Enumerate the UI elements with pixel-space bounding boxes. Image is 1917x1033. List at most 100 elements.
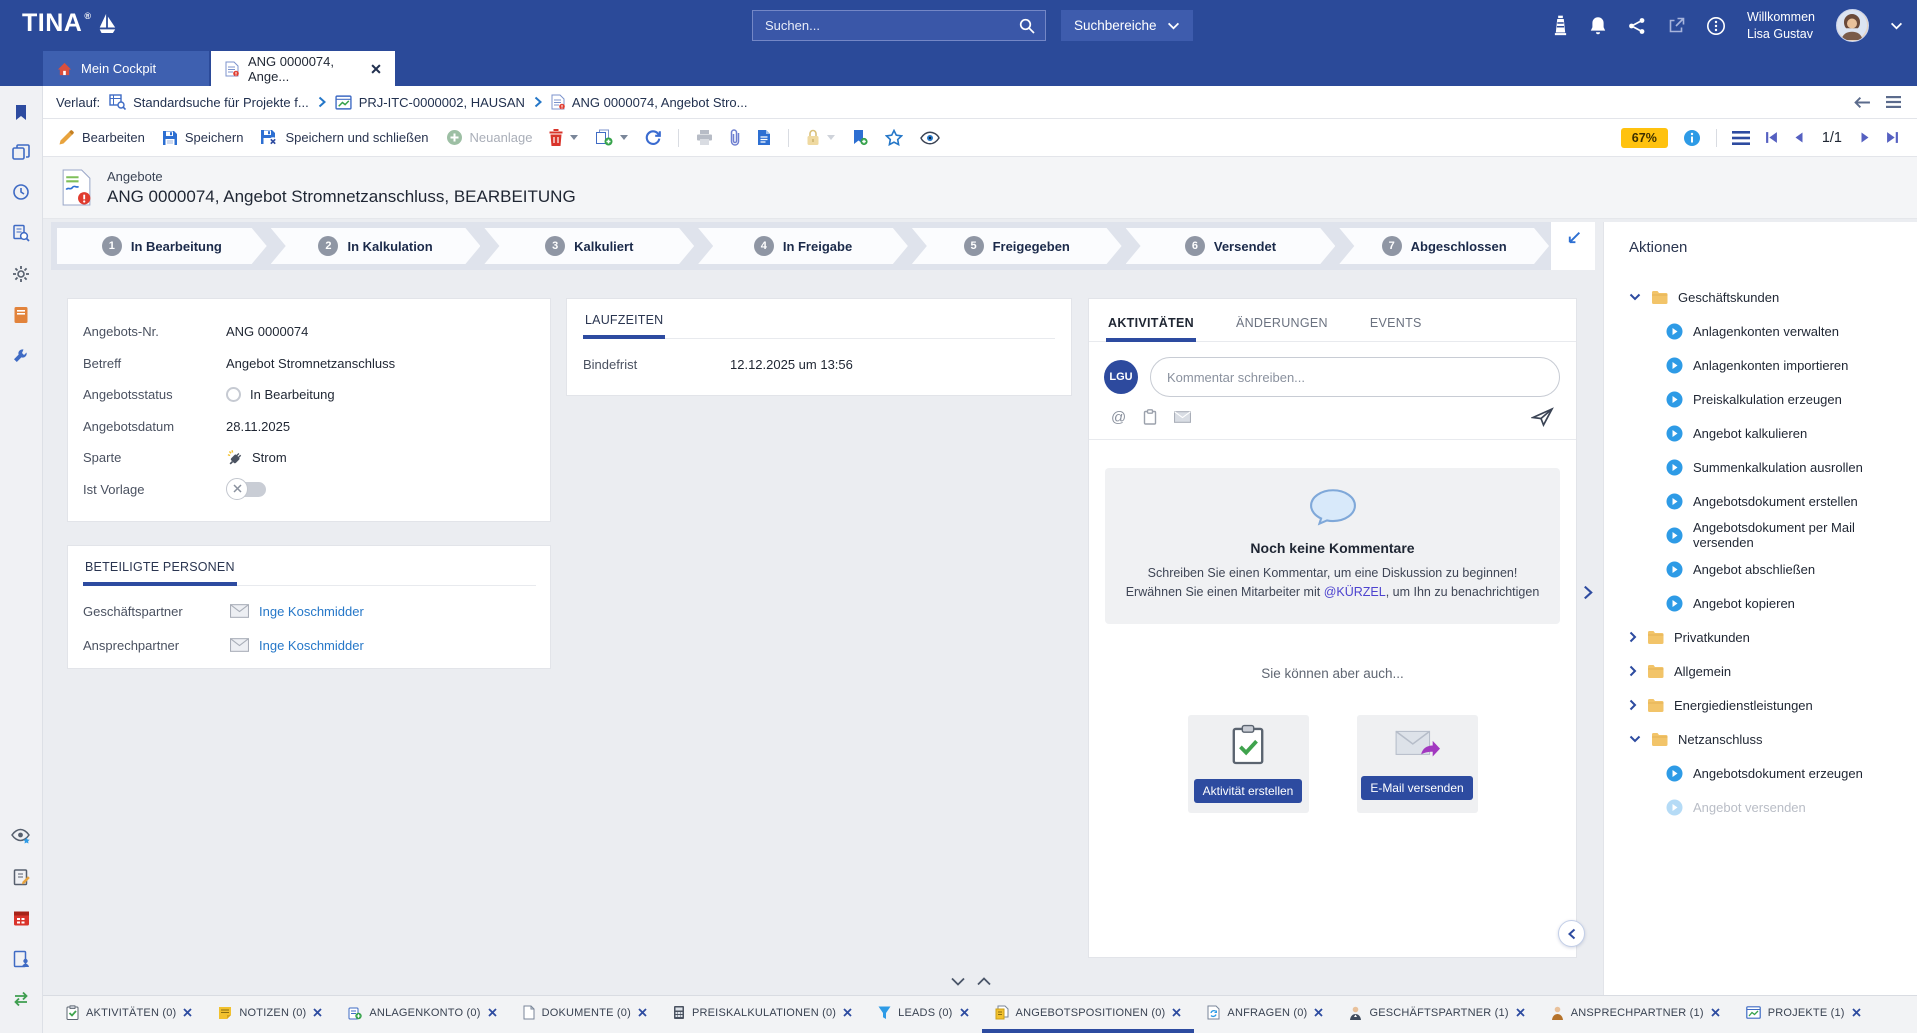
envelope-icon[interactable] bbox=[230, 638, 249, 652]
chevron-up-icon[interactable] bbox=[977, 977, 991, 986]
user-avatar[interactable] bbox=[1836, 9, 1869, 42]
action-group-allgemein[interactable]: Allgemein bbox=[1629, 654, 1917, 688]
mention-kuerzel-link[interactable]: @KÜRZEL bbox=[1324, 585, 1386, 599]
tab-record-ang-0000074[interactable]: ANG 0000074, Ange... bbox=[211, 51, 395, 86]
action-angebotsdokument-per-mail[interactable]: Angebotsdokument per Mail versenden bbox=[1629, 518, 1917, 552]
save-button[interactable]: Speichern bbox=[162, 130, 244, 146]
nav-first-icon[interactable] bbox=[1765, 131, 1778, 144]
export-document-button[interactable] bbox=[757, 129, 771, 146]
attachment-button[interactable] bbox=[730, 129, 740, 146]
close-tab-icon[interactable] bbox=[1172, 1008, 1181, 1017]
action-angebot-abschliessen[interactable]: Angebot abschließen bbox=[1629, 552, 1917, 586]
swap-arrows-icon[interactable] bbox=[12, 991, 30, 1007]
breadcrumb-item-offer[interactable]: ANG 0000074, Angebot Stro... bbox=[551, 94, 748, 110]
close-tab-icon[interactable] bbox=[313, 1008, 322, 1017]
task-clipboard-icon[interactable] bbox=[1143, 409, 1157, 425]
action-group-netzanschluss[interactable]: Netzanschluss bbox=[1629, 722, 1917, 756]
process-step-in-bearbeitung[interactable]: 1In Bearbeitung bbox=[57, 228, 267, 264]
process-step-freigegeben[interactable]: 5Freigegeben bbox=[912, 228, 1122, 264]
notes-clipboard-icon[interactable] bbox=[13, 868, 30, 886]
history-back-icon[interactable] bbox=[1854, 96, 1871, 109]
bookmark-add-button[interactable] bbox=[852, 129, 868, 146]
catalog-book-icon[interactable] bbox=[13, 306, 29, 324]
tab-geschaeftspartner-bottom[interactable]: GESCHÄFTSPARTNER (1) bbox=[1336, 996, 1537, 1033]
planner-calendar-icon[interactable] bbox=[13, 909, 30, 927]
more-options-icon[interactable] bbox=[1706, 16, 1726, 36]
user-menu-chevron-icon[interactable] bbox=[1890, 22, 1903, 30]
close-tab-icon[interactable] bbox=[960, 1008, 969, 1017]
ist-vorlage-toggle-off[interactable] bbox=[228, 482, 266, 497]
collections-icon[interactable] bbox=[12, 144, 30, 160]
share-icon[interactable] bbox=[1628, 17, 1646, 35]
history-clock-icon[interactable] bbox=[12, 183, 30, 201]
search-input[interactable] bbox=[753, 18, 1019, 33]
beteiligte-section-title[interactable]: BETEILIGTE PERSONEN bbox=[83, 558, 237, 586]
tab-dokumente-bottom[interactable]: DOKUMENTE (0) bbox=[510, 996, 660, 1033]
save-and-close-button[interactable]: Speichern und schließen bbox=[260, 129, 428, 146]
open-external-icon[interactable] bbox=[1667, 17, 1685, 35]
close-tab-icon[interactable] bbox=[1516, 1008, 1525, 1017]
action-group-privatkunden[interactable]: Privatkunden bbox=[1629, 620, 1917, 654]
tab-ansprechpartner-bottom[interactable]: ANSPRECHPARTNER (1) bbox=[1538, 996, 1733, 1033]
comment-input[interactable] bbox=[1150, 357, 1560, 397]
ansprechpartner-link[interactable]: Inge Koschmidder bbox=[259, 638, 364, 653]
tab-preiskalkulationen-bottom[interactable]: PREISKALKULATIONEN (0) bbox=[660, 996, 865, 1033]
tab-aktivitaeten-bottom[interactable]: AKTIVITÄTEN (0) bbox=[53, 996, 205, 1033]
tab-anfragen-bottom[interactable]: ANFRAGEN (0) bbox=[1194, 996, 1336, 1033]
close-tab-icon[interactable] bbox=[183, 1008, 192, 1017]
close-tab-icon[interactable] bbox=[1852, 1008, 1861, 1017]
action-group-geschaeftskunden[interactable]: Geschäftskunden bbox=[1629, 280, 1917, 314]
close-tab-icon[interactable] bbox=[371, 64, 381, 74]
expand-panel-chevron[interactable] bbox=[1583, 585, 1593, 600]
nav-last-icon[interactable] bbox=[1886, 131, 1899, 144]
tools-wrench-icon[interactable] bbox=[12, 347, 30, 365]
action-angebotsdokument-erzeugen[interactable]: Angebotsdokument erzeugen bbox=[1629, 756, 1917, 790]
mail-icon[interactable] bbox=[1174, 411, 1191, 423]
tab-mein-cockpit[interactable]: Mein Cockpit bbox=[43, 51, 209, 86]
tab-aktivitaeten[interactable]: AKTIVITÄTEN bbox=[1106, 316, 1196, 342]
history-menu-icon[interactable] bbox=[1886, 96, 1901, 108]
process-step-versendet[interactable]: 6Versendet bbox=[1126, 228, 1336, 264]
tab-anlagenkonto-bottom[interactable]: ANLAGENKONTO (0) bbox=[335, 996, 509, 1033]
action-anlagenkonten-verwalten[interactable]: Anlagenkonten verwalten bbox=[1629, 314, 1917, 348]
notifications-bell-icon[interactable] bbox=[1589, 16, 1607, 36]
edit-button[interactable]: Bearbeiten bbox=[58, 129, 145, 146]
process-step-abgeschlossen[interactable]: 7Abgeschlossen bbox=[1339, 228, 1549, 264]
tab-leads-bottom[interactable]: LEADS (0) bbox=[865, 996, 981, 1033]
search-scope-dropdown[interactable]: Suchbereiche bbox=[1061, 10, 1193, 41]
close-tab-icon[interactable] bbox=[638, 1008, 647, 1017]
mention-at-icon[interactable]: @ bbox=[1111, 409, 1126, 426]
action-anlagenkonten-importieren[interactable]: Anlagenkonten importieren bbox=[1629, 348, 1917, 382]
send-email-button[interactable]: E-Mail versenden bbox=[1361, 776, 1472, 800]
refresh-button[interactable] bbox=[645, 130, 661, 146]
nav-prev-icon[interactable] bbox=[1793, 131, 1805, 144]
settings-gear-icon[interactable] bbox=[12, 265, 30, 283]
nav-next-icon[interactable] bbox=[1859, 131, 1871, 144]
tab-projekte-bottom[interactable]: PROJEKTE (1) bbox=[1733, 996, 1874, 1033]
geschaeftspartner-link[interactable]: Inge Koschmidder bbox=[259, 604, 364, 619]
send-comment-icon[interactable] bbox=[1531, 407, 1554, 427]
chevron-down-icon[interactable] bbox=[951, 977, 965, 986]
lighthouse-icon[interactable] bbox=[1553, 15, 1568, 36]
watch-eye-button[interactable] bbox=[920, 131, 940, 145]
search-icon[interactable] bbox=[1019, 18, 1035, 34]
laufzeiten-section-title[interactable]: LAUFZEITEN bbox=[583, 311, 665, 339]
collapse-process-bar[interactable] bbox=[1551, 222, 1595, 270]
copy-record-button[interactable] bbox=[595, 129, 628, 146]
delete-button[interactable] bbox=[549, 129, 578, 146]
close-tab-icon[interactable] bbox=[1711, 1008, 1720, 1017]
process-step-kalkuliert[interactable]: 3Kalkuliert bbox=[484, 228, 694, 264]
envelope-icon[interactable] bbox=[230, 604, 249, 618]
search-document-icon[interactable] bbox=[12, 224, 30, 242]
tab-notizen-bottom[interactable]: NOTIZEN (0) bbox=[205, 996, 335, 1033]
collapse-sidebar-button[interactable] bbox=[1558, 920, 1585, 947]
favorite-star-button[interactable] bbox=[885, 129, 903, 146]
action-preiskalkulation-erzeugen[interactable]: Preiskalkulation erzeugen bbox=[1629, 382, 1917, 416]
action-angebot-kopieren[interactable]: Angebot kopieren bbox=[1629, 586, 1917, 620]
action-summenkalkulation-ausrollen[interactable]: Summenkalkulation ausrollen bbox=[1629, 450, 1917, 484]
tab-events[interactable]: EVENTS bbox=[1368, 316, 1424, 341]
breadcrumb-item-project[interactable]: PRJ-ITC-0000002, HAUSAN bbox=[335, 95, 525, 110]
breadcrumb-item-search[interactable]: Standardsuche für Projekte f... bbox=[109, 94, 309, 110]
tab-angebotspositionen-bottom[interactable]: ANGEBOTSPOSITIONEN (0) bbox=[982, 996, 1195, 1033]
action-angebotsdokument-erstellen[interactable]: Angebotsdokument erstellen bbox=[1629, 484, 1917, 518]
